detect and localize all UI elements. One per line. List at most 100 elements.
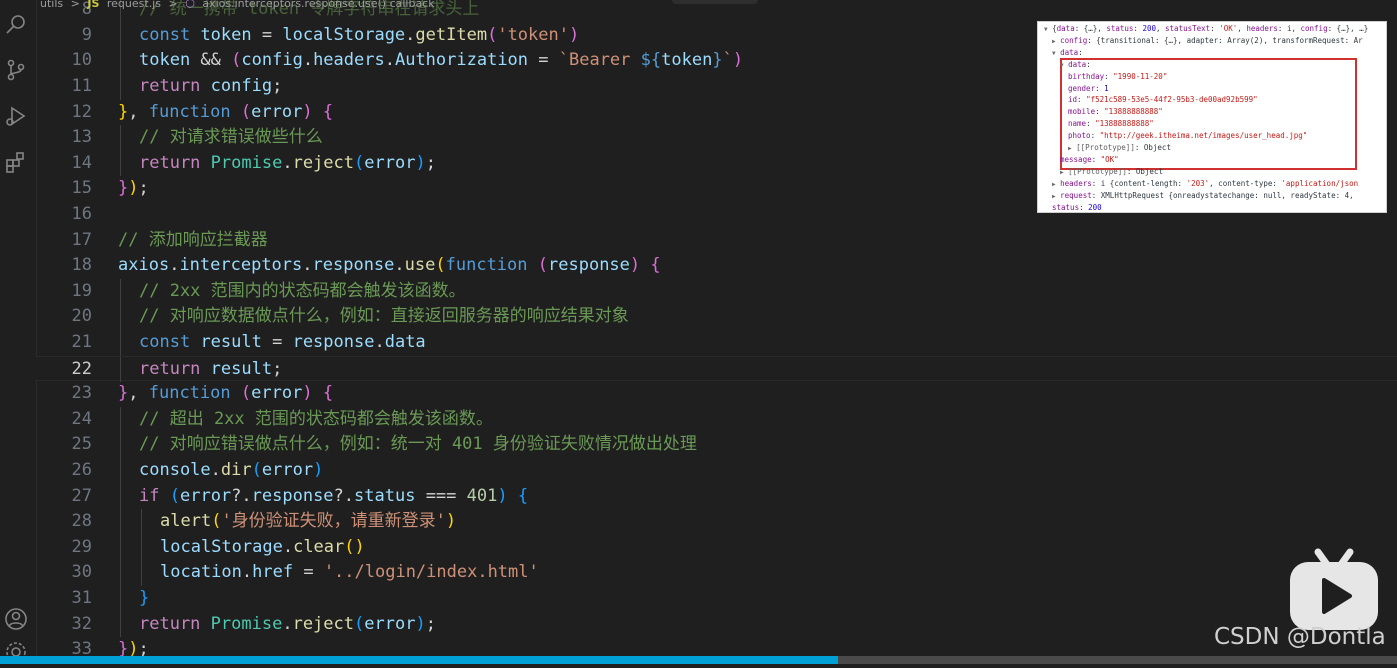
code-line[interactable]: 30 location.href = '../login/index.html'	[36, 560, 1397, 586]
line-number: 15	[71, 178, 92, 199]
line-number: 18	[71, 255, 92, 276]
code-text[interactable]: // 添加响应拦截器	[118, 228, 268, 254]
console-line[interactable]: ▶ request: XMLHttpRequest {onreadystatec…	[1052, 190, 1354, 202]
code-token: error	[179, 485, 232, 506]
code-token: =	[293, 562, 324, 583]
code-line[interactable]: 19 // 2xx 范围内的状态码都会触发该函数。	[36, 278, 1397, 305]
code-text[interactable]: console.dir(error)	[139, 458, 323, 484]
code-line[interactable]: 31}	[36, 586, 1397, 612]
code-token: result	[210, 358, 273, 379]
console-line[interactable]: ▼ data:	[1060, 59, 1091, 71]
code-line[interactable]: 22 return result;	[36, 355, 1397, 383]
code-line[interactable]: 25 // 对响应错误做点什么，例如：统一对 401 身份验证失败情况做出处理	[36, 432, 1397, 458]
code-text[interactable]: // 超出 2xx 范围的状态码都会触发该函数。	[139, 407, 493, 433]
breadcrumb-folder[interactable]: utils	[40, 0, 63, 10]
line-number: 21	[71, 332, 92, 352]
indent-guide	[120, 483, 121, 510]
code-line[interactable]: 23}, function (error) {	[36, 381, 1397, 407]
code-text[interactable]: const token = localStorage.getItem('toke…	[139, 23, 579, 49]
console-line[interactable]: mobile: "13888888888"	[1068, 106, 1163, 118]
code-token: error	[251, 383, 303, 404]
code-text[interactable]: }, function (error) {	[118, 100, 333, 126]
run-debug-icon[interactable]	[4, 104, 28, 128]
console-line[interactable]: ▶ headers: i {content-length: '203', con…	[1052, 178, 1358, 190]
code-text[interactable]: });	[118, 637, 149, 658]
console-line[interactable]: ▶ [[Prototype]]: Object	[1068, 142, 1171, 154]
code-token: dir	[220, 460, 252, 480]
expand-triangle-closed-icon[interactable]: ▶	[1052, 181, 1056, 188]
code-line[interactable]: 32 return Promise.reject(error);	[36, 611, 1397, 638]
console-line[interactable]: id: "f521c589-53e5-44f2-95b3-de00ad92b59…	[1068, 94, 1258, 106]
code-text[interactable]: return config;	[139, 74, 282, 100]
code-token: ,	[128, 101, 149, 122]
line-number: 13	[71, 127, 92, 148]
console-line[interactable]: ▼ {data: {…}, status: 200, statusText: '…	[1044, 23, 1368, 35]
expand-triangle-open-icon[interactable]: ▼	[1060, 62, 1064, 69]
code-token: error	[364, 152, 416, 173]
code-text[interactable]: }	[139, 586, 149, 612]
account-icon[interactable]	[4, 607, 28, 631]
code-line[interactable]: 21 const result = response.data	[36, 330, 1397, 356]
breadcrumb-symbol[interactable]: axios.interceptors.response.use() callba…	[202, 0, 434, 10]
console-line[interactable]: birthday: "1990-11-20"	[1068, 71, 1167, 83]
code-text[interactable]: return Promise.reject(error);	[139, 612, 436, 638]
code-text[interactable]: }, function (error) {	[118, 381, 333, 407]
console-token: 'application/json	[1281, 178, 1359, 188]
code-text[interactable]: if (error?.response?.status === 401) {	[139, 484, 528, 510]
code-line[interactable]: 20 // 对响应数据做点什么，例如：直接返回服务器的响应结果对象	[36, 304, 1397, 330]
code-text[interactable]: alert('身份验证失败，请重新登录')	[160, 509, 456, 535]
console-line[interactable]: name: "13888888888"	[1068, 118, 1154, 130]
console-line[interactable]: gender: 1	[1068, 83, 1109, 95]
code-token: {	[650, 255, 661, 276]
code-line[interactable]: 24 // 超出 2xx 范围的状态码都会触发该函数。	[36, 406, 1397, 433]
expand-triangle-closed-icon[interactable]: ▶	[1068, 145, 1072, 152]
code-token: (	[231, 50, 242, 71]
expand-triangle-closed-icon[interactable]: ▶	[1052, 38, 1056, 45]
code-text[interactable]: // 对请求错误做些什么	[139, 125, 323, 151]
code-text[interactable]: return Promise.reject(error);	[139, 151, 436, 177]
console-token: data	[1068, 59, 1087, 69]
console-line[interactable]: photo: "http://geek.itheima.net/images/u…	[1068, 130, 1307, 142]
code-line[interactable]: 27 if (error?.response?.status === 401) {	[36, 483, 1397, 510]
code-text[interactable]: // 2xx 范围内的状态码都会触发该函数。	[139, 279, 466, 305]
code-text[interactable]: axios.interceptors.response.use(function…	[118, 253, 661, 279]
extensions-icon[interactable]	[4, 150, 28, 174]
console-line[interactable]: ▶ [[Prototype]]: Object	[1060, 166, 1163, 178]
console-token: : i {content-length:	[1091, 178, 1187, 188]
code-text[interactable]: return result;	[139, 357, 282, 383]
code-line[interactable]: 26 console.dir(error)	[36, 458, 1397, 484]
code-text[interactable]: localStorage.clear()	[160, 535, 365, 561]
expand-triangle-open-icon[interactable]: ▼	[1044, 26, 1048, 33]
source-control-icon[interactable]	[4, 58, 28, 82]
expand-triangle-open-icon[interactable]: ▼	[1052, 50, 1056, 57]
indent-guide	[120, 304, 121, 330]
search-icon[interactable]	[4, 12, 28, 36]
js-file-icon: JS	[87, 0, 100, 10]
code-line[interactable]: 17 // 添加响应拦截器	[36, 228, 1397, 254]
console-line[interactable]: status: 200	[1052, 202, 1102, 213]
code-token: ;	[425, 152, 436, 173]
code-line[interactable]: 33});	[36, 637, 1397, 658]
code-text[interactable]: location.href = '../login/index.html'	[160, 560, 539, 586]
console-line[interactable]: ▼ data:	[1052, 47, 1083, 59]
code-token: data	[384, 332, 426, 352]
console-line[interactable]: ▶ config: {transitional: {…}, adapter: A…	[1052, 35, 1363, 47]
console-line[interactable]: message: "OK"	[1060, 154, 1119, 166]
code-line[interactable]: 29 localStorage.clear()	[36, 534, 1397, 561]
breadcrumb-file[interactable]: request.js	[107, 0, 161, 10]
code-token: // 2xx 范围内的状态码都会触发该函数。	[139, 280, 466, 301]
code-line[interactable]: 18 axios.interceptors.response.use(functi…	[36, 253, 1397, 279]
code-token: function	[148, 101, 231, 122]
code-line[interactable]: 28 alert('身份验证失败，请重新登录')	[36, 509, 1397, 535]
expand-triangle-closed-icon[interactable]: ▶	[1052, 193, 1056, 200]
code-text[interactable]: // 对响应数据做点什么，例如：直接返回服务器的响应结果对象	[139, 304, 629, 330]
code-text[interactable]: // 对响应错误做点什么，例如：统一对 401 身份验证失败情况做出处理	[139, 432, 697, 458]
code-text[interactable]: });	[118, 176, 149, 202]
expand-triangle-closed-icon[interactable]: ▶	[1060, 169, 1064, 176]
code-text[interactable]: token && (config.headers.Authorization =…	[139, 48, 743, 74]
video-progress-bar[interactable]	[0, 656, 1397, 664]
code-token: token	[661, 50, 713, 71]
code-text[interactable]: const result = response.data	[139, 330, 426, 356]
